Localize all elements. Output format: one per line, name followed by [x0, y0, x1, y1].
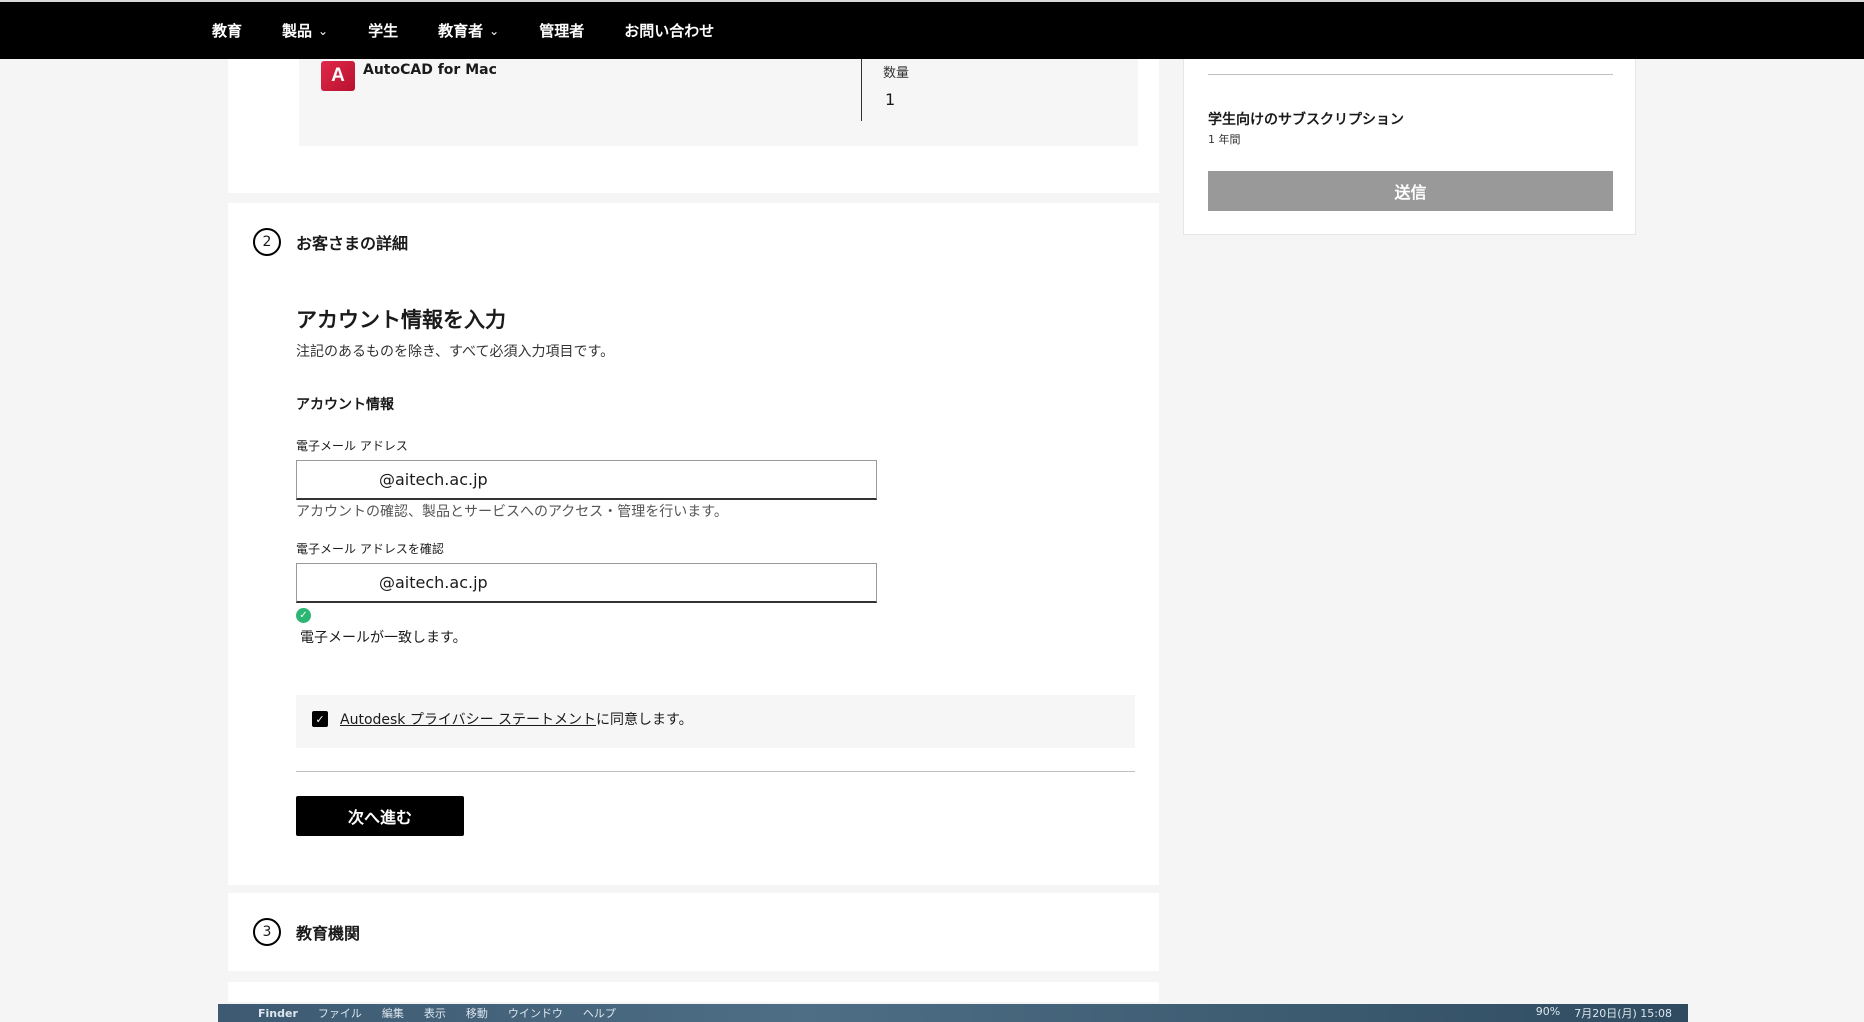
product-name: AutoCAD for Mac: [363, 62, 497, 78]
battery-level[interactable]: 90%: [1536, 1005, 1560, 1021]
menubar-item[interactable]: 表示: [424, 1005, 446, 1021]
nav-item-students[interactable]: 学生: [368, 20, 398, 41]
macos-menubar: Finder ファイル 編集 表示 移動 ウインドウ ヘルプ 90% 7月20日…: [218, 1004, 1688, 1022]
subscription-title: 学生向けのサブスクリプション: [1208, 112, 1404, 128]
top-navigation: 教育 製品 ⌄ 学生 教育者 ⌄ 管理者 お問い合わせ: [0, 0, 1864, 59]
nav-item-contact[interactable]: お問い合わせ: [624, 20, 714, 41]
divider: [861, 59, 862, 121]
divider: [296, 771, 1135, 772]
step-number-badge: 3: [253, 918, 281, 946]
nav-label: 製品: [282, 22, 313, 40]
privacy-checkbox[interactable]: ✓: [312, 711, 328, 727]
clock[interactable]: 7月20日(月) 15:08: [1574, 1005, 1672, 1021]
next-section-card: [228, 982, 1159, 1002]
chevron-down-icon: ⌄: [489, 23, 500, 38]
divider: [1208, 74, 1613, 75]
nav-item-products[interactable]: 製品 ⌄: [282, 20, 328, 41]
email-value: @aitech.ac.jp: [379, 470, 488, 489]
nav-item-education[interactable]: 教育: [212, 20, 242, 41]
menubar-status: 90% 7月20日(月) 15:08: [1536, 1005, 1688, 1021]
confirm-email-value: @aitech.ac.jp: [379, 573, 488, 592]
menubar-item[interactable]: ヘルプ: [583, 1005, 616, 1021]
quantity-value: 1: [885, 90, 896, 109]
nav-label: 学生: [368, 22, 399, 40]
product-summary: A AutoCAD for Mac 数量 1: [299, 59, 1138, 146]
privacy-consent: ✓ Autodesk プライバシー ステートメントに同意します。: [296, 695, 1135, 748]
autocad-logo-icon: A: [321, 61, 355, 91]
checkmark-icon: ✓: [296, 608, 311, 623]
chevron-down-icon: ⌄: [318, 23, 329, 38]
order-summary-card: 学生向けのサブスクリプション 1 年間 送信: [1183, 59, 1636, 235]
menubar-item[interactable]: 編集: [382, 1005, 404, 1021]
quantity-label: 数量: [883, 66, 910, 81]
step-title: 教育機関: [296, 924, 361, 943]
subscription-term: 1 年間: [1208, 133, 1241, 146]
step-number-badge: 2: [253, 228, 281, 256]
form-heading: アカウント情報を入力: [296, 308, 506, 332]
institution-section[interactable]: 3 教育機関: [228, 893, 1159, 971]
nav-label: お問い合わせ: [624, 22, 715, 40]
step-title: お客さまの詳細: [296, 234, 409, 253]
nav-item-admins[interactable]: 管理者: [539, 20, 584, 41]
section-title: アカウント情報: [296, 397, 394, 413]
confirm-email-label: 電子メール アドレスを確認: [296, 542, 444, 556]
email-label: 電子メール アドレス: [296, 439, 408, 453]
required-note: 注記のあるものを除き、すべて必須入力項目です。: [296, 344, 615, 360]
privacy-statement-link[interactable]: Autodesk プライバシー ステートメント: [340, 712, 596, 728]
consent-suffix: に同意します。: [596, 712, 693, 728]
email-field[interactable]: @aitech.ac.jp: [296, 460, 877, 500]
submit-button[interactable]: 送信: [1208, 171, 1613, 211]
nav-label: 管理者: [539, 22, 585, 40]
menubar-item[interactable]: ファイル: [318, 1005, 362, 1021]
email-helper-text: アカウントの確認、製品とサービスへのアクセス・管理を行います。: [296, 504, 728, 520]
menubar-item[interactable]: 移動: [466, 1005, 488, 1021]
menubar-item[interactable]: ウインドウ: [508, 1005, 563, 1021]
consent-text: Autodesk プライバシー ステートメントに同意します。: [340, 709, 693, 729]
menubar-app-name[interactable]: Finder: [258, 1007, 298, 1020]
next-button[interactable]: 次へ進む: [296, 796, 464, 836]
email-match-message: 電子メールが一致します。: [300, 630, 467, 646]
nav-item-educators[interactable]: 教育者 ⌄: [438, 20, 499, 41]
customer-details-section: 2 お客さまの詳細 アカウント情報を入力 注記のあるものを除き、すべて必須入力項…: [228, 203, 1159, 885]
nav-label: 教育者: [438, 22, 484, 40]
confirm-email-field[interactable]: @aitech.ac.jp: [296, 563, 877, 603]
nav-label: 教育: [212, 22, 243, 40]
product-card: A AutoCAD for Mac 数量 1: [228, 59, 1159, 193]
